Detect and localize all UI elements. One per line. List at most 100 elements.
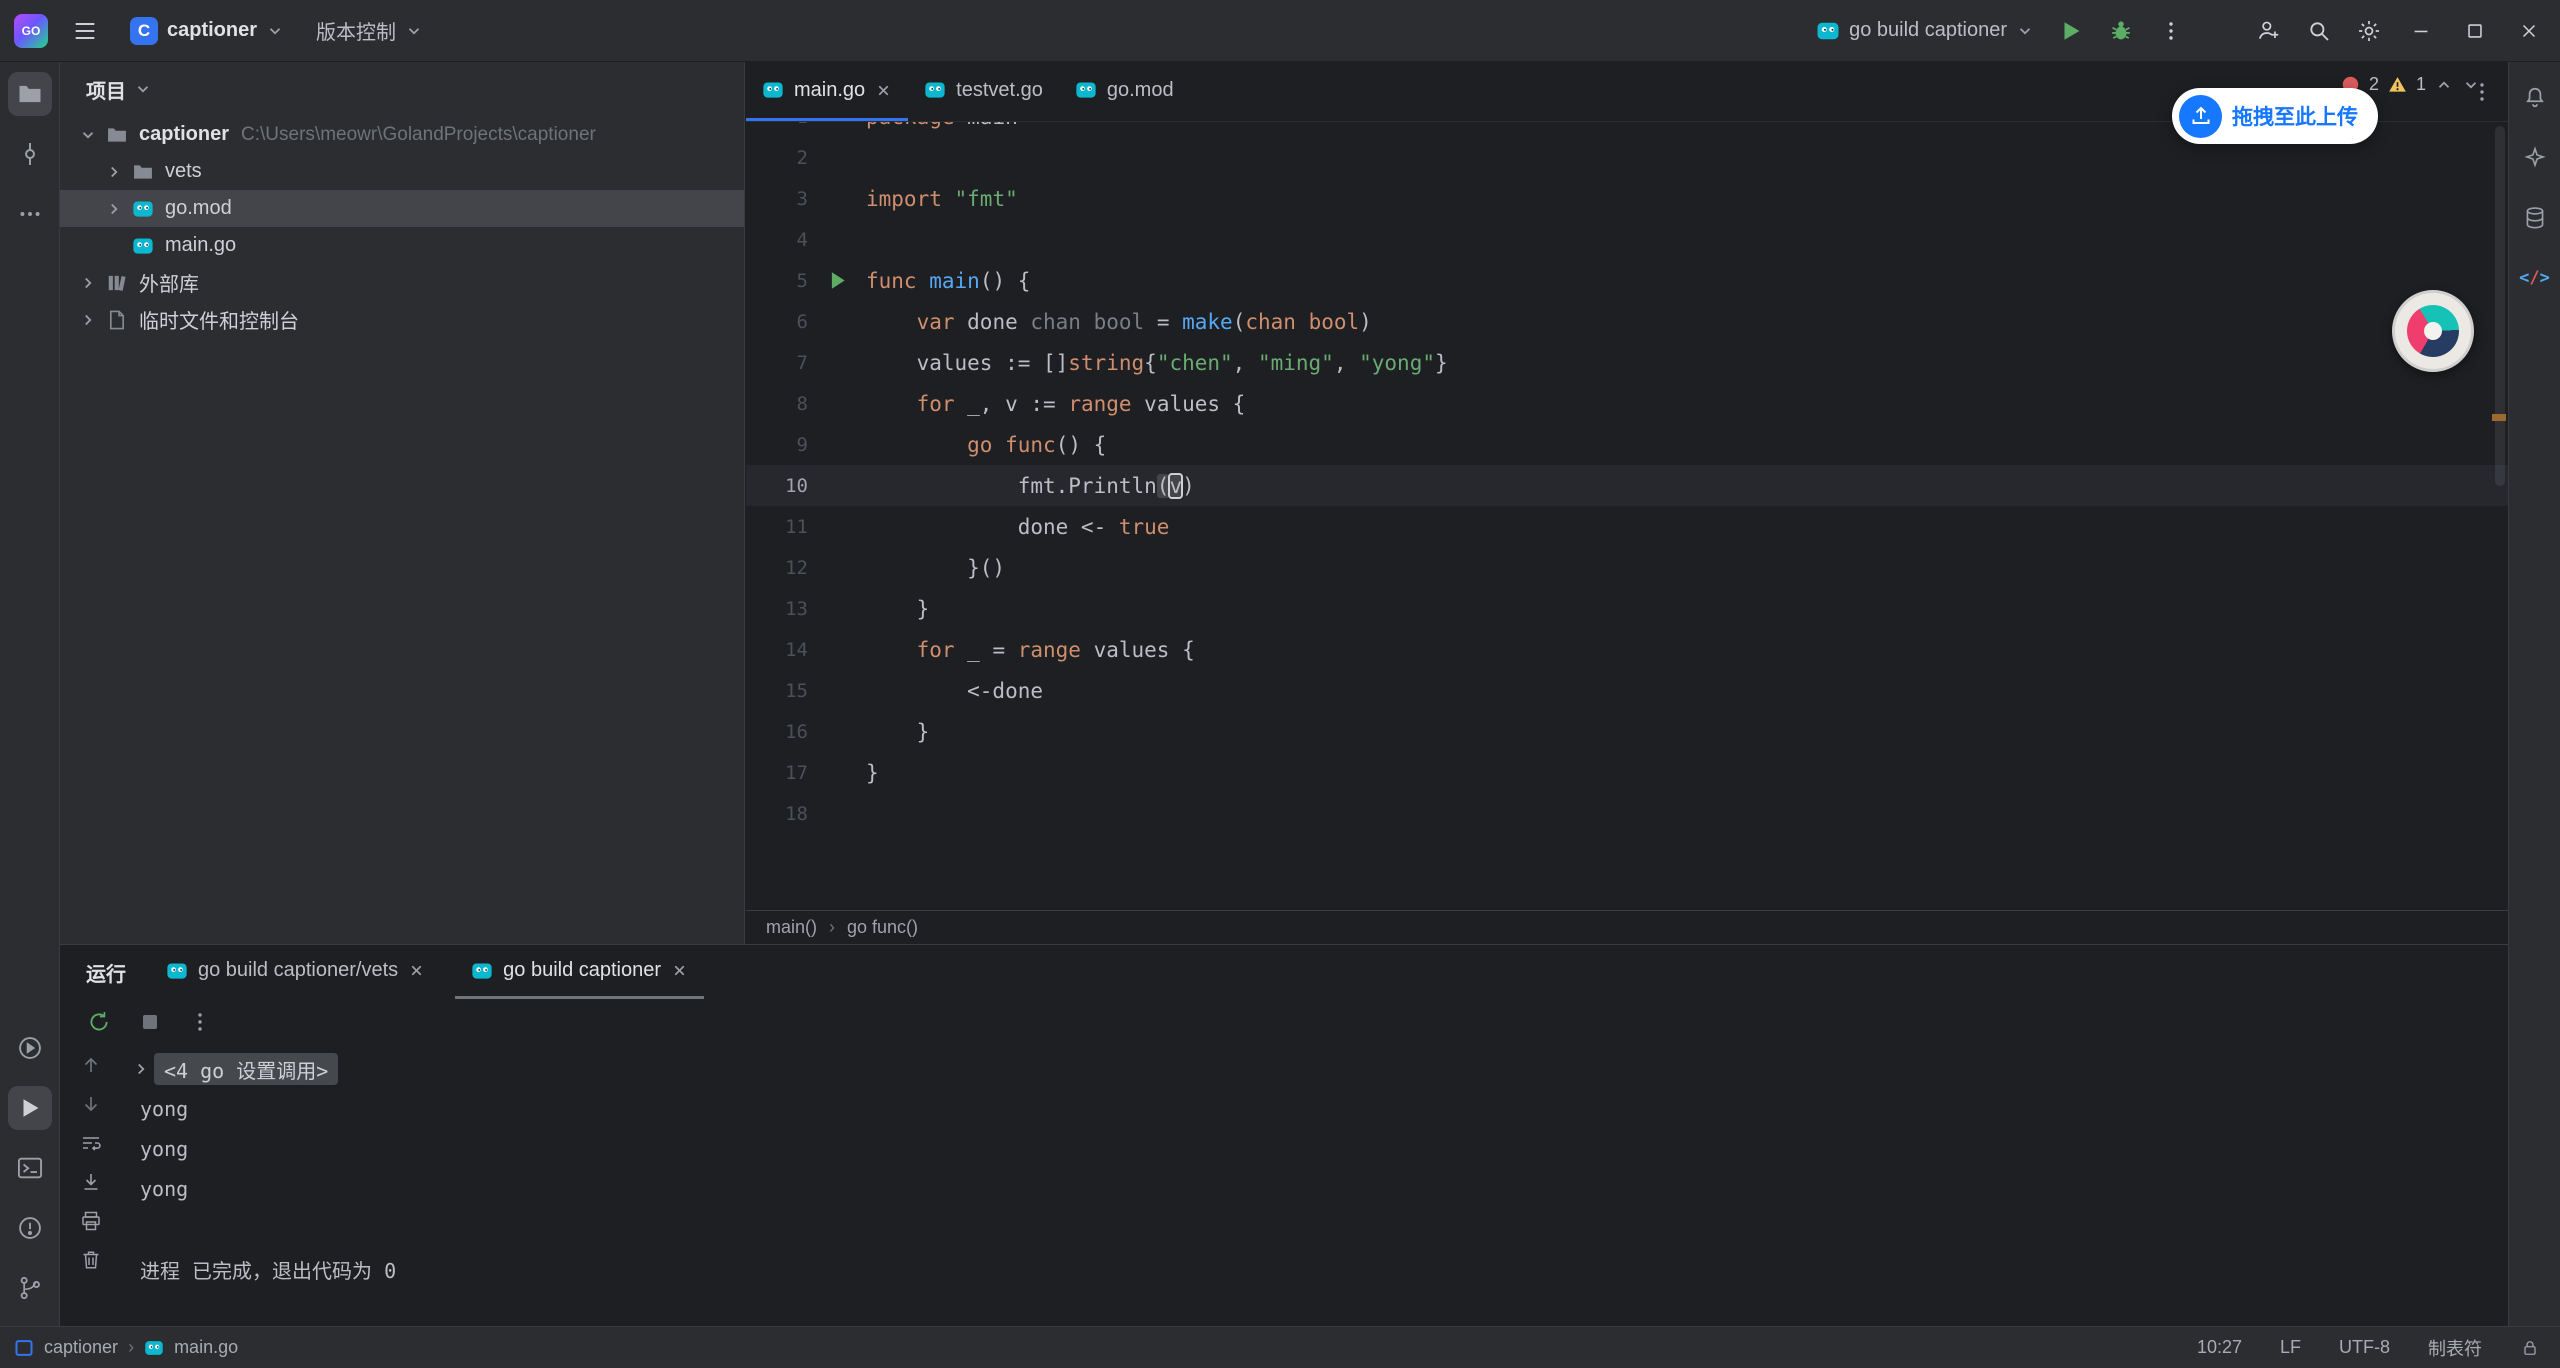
statusbar-project[interactable]: captioner bbox=[44, 1337, 118, 1358]
settings-button[interactable] bbox=[2348, 10, 2390, 52]
run-button[interactable] bbox=[2050, 10, 2092, 52]
scroll-to-end-button[interactable] bbox=[79, 1170, 103, 1194]
tree-item-scratches[interactable]: 临时文件和控制台 bbox=[60, 301, 744, 338]
editor-tab-go-mod[interactable]: go.mod bbox=[1059, 62, 1190, 121]
soft-wrap-button[interactable] bbox=[79, 1131, 103, 1155]
run-gutter-icon[interactable] bbox=[808, 268, 866, 293]
search-everywhere-button[interactable] bbox=[2298, 10, 2340, 52]
floating-assistant-avatar[interactable] bbox=[2392, 290, 2474, 372]
console-fold-chip[interactable]: <4 go 设置调用> bbox=[154, 1053, 338, 1085]
code-line-9[interactable]: 9 go func() { bbox=[746, 424, 2508, 465]
arrow-up-button[interactable] bbox=[79, 1053, 103, 1077]
code-line-7[interactable]: 7 values := []string{"chen", "ming", "yo… bbox=[746, 342, 2508, 383]
chevron-right-icon[interactable] bbox=[74, 274, 102, 292]
chevron-up-icon[interactable] bbox=[2435, 76, 2453, 94]
run-panel-title[interactable]: 运行 bbox=[60, 945, 136, 999]
editor-tab-testvet-go[interactable]: testvet.go bbox=[908, 62, 1059, 121]
run-configuration-widget[interactable]: go build captioner bbox=[1808, 13, 2042, 49]
clear-button[interactable] bbox=[79, 1248, 103, 1272]
close-tab-icon[interactable] bbox=[671, 962, 688, 979]
print-button[interactable] bbox=[79, 1209, 103, 1233]
code-line-5[interactable]: 5func main() { bbox=[746, 260, 2508, 301]
code-line-3[interactable]: 3import "fmt" bbox=[746, 178, 2508, 219]
stop-button[interactable] bbox=[138, 1010, 162, 1034]
close-button[interactable] bbox=[2506, 8, 2552, 54]
close-tab-icon[interactable] bbox=[875, 82, 892, 99]
tree-item-external-libraries[interactable]: 外部库 bbox=[60, 264, 744, 301]
arrow-down-button[interactable] bbox=[79, 1092, 103, 1116]
code-line-6[interactable]: 6 var done chan bool = make(chan bool) bbox=[746, 301, 2508, 342]
project-widget[interactable]: C captioner bbox=[122, 11, 292, 51]
code-line-4[interactable]: 4 bbox=[746, 219, 2508, 260]
code-line-16[interactable]: 16 } bbox=[746, 711, 2508, 752]
scrollbar-warning-mark[interactable] bbox=[2492, 414, 2506, 421]
chevron-right-icon[interactable] bbox=[100, 163, 128, 181]
code-line-12[interactable]: 12 }() bbox=[746, 547, 2508, 588]
upload-overlay-pill[interactable]: 拖拽至此上传 bbox=[2172, 88, 2378, 144]
chevron-down-icon[interactable] bbox=[2462, 76, 2480, 94]
breadcrumb-main[interactable]: main() bbox=[766, 917, 817, 938]
chevron-right-icon[interactable] bbox=[74, 311, 102, 329]
breadcrumb-gofunc[interactable]: go func() bbox=[847, 917, 918, 938]
code-line-14[interactable]: 14 for _ = range values { bbox=[746, 629, 2508, 670]
tree-item-main-go[interactable]: main.go bbox=[60, 227, 744, 264]
project-tool-button[interactable] bbox=[8, 72, 52, 116]
console-output-line: yong bbox=[140, 1097, 188, 1121]
commit-icon bbox=[16, 140, 44, 168]
statusbar-file[interactable]: main.go bbox=[174, 1337, 238, 1358]
close-tab-icon[interactable] bbox=[408, 962, 425, 979]
run-tab-go-build-captioner[interactable]: go build captioner bbox=[455, 945, 704, 999]
code-tools-button[interactable]: </> bbox=[2513, 256, 2557, 300]
caret-position-widget[interactable]: 10:27 bbox=[2197, 1337, 2242, 1358]
encoding-widget[interactable]: UTF-8 bbox=[2339, 1337, 2390, 1358]
ai-assistant-button[interactable] bbox=[2513, 136, 2557, 180]
code-line-15[interactable]: 15 <-done bbox=[746, 670, 2508, 711]
debug-button[interactable] bbox=[2100, 10, 2142, 52]
run-tab-go-build-captioner-vets[interactable]: go build captioner/vets bbox=[150, 945, 441, 999]
tree-item-captioner[interactable]: captionerC:\Users\meowr\GolandProjects\c… bbox=[60, 116, 744, 153]
line-ending-widget[interactable]: LF bbox=[2280, 1337, 2301, 1358]
more-options-button[interactable] bbox=[188, 1010, 212, 1034]
database-button[interactable] bbox=[2513, 196, 2557, 240]
chevron-right-icon[interactable] bbox=[100, 200, 128, 218]
lock-icon[interactable] bbox=[2520, 1338, 2540, 1358]
code-with-me-button[interactable] bbox=[2248, 10, 2290, 52]
indent-widget[interactable]: 制表符 bbox=[2428, 1335, 2482, 1361]
code-line-10[interactable]: 10 fmt.Println(v) bbox=[746, 465, 2508, 506]
terminal-tool-button[interactable] bbox=[8, 1146, 52, 1190]
problems-tool-button[interactable] bbox=[8, 1206, 52, 1250]
error-count: 2 bbox=[2369, 74, 2379, 95]
more-tool-windows-button[interactable] bbox=[8, 192, 52, 236]
fold-expander-icon[interactable] bbox=[132, 1060, 150, 1078]
minimize-button[interactable] bbox=[2398, 8, 2444, 54]
code-editor[interactable]: 1package main23import "fmt"45func main()… bbox=[746, 122, 2508, 910]
code-token: } bbox=[866, 761, 879, 785]
code-line-17[interactable]: 17} bbox=[746, 752, 2508, 793]
editor-scrollbar[interactable] bbox=[2495, 126, 2505, 486]
code-line-18[interactable]: 18 bbox=[746, 793, 2508, 834]
chevron-down-icon[interactable] bbox=[74, 126, 102, 144]
code-token: () { bbox=[980, 269, 1031, 293]
code-text: for _ = range values { bbox=[866, 638, 1195, 662]
rerun-button[interactable] bbox=[86, 1009, 112, 1035]
code-line-11[interactable]: 11 done <- true bbox=[746, 506, 2508, 547]
code-token: }() bbox=[866, 556, 1005, 580]
version-control-tool-button[interactable] bbox=[8, 1266, 52, 1310]
code-token: ) bbox=[1359, 310, 1372, 334]
more-actions-button[interactable] bbox=[2150, 10, 2192, 52]
console-output[interactable]: <4 go 设置调用>yongyongyong进程 已完成，退出代码为 0 bbox=[122, 1045, 2508, 1326]
editor-tab-main-go[interactable]: main.go bbox=[746, 62, 908, 121]
code-line-13[interactable]: 13 } bbox=[746, 588, 2508, 629]
services-tool-button[interactable] bbox=[8, 1026, 52, 1070]
code-line-8[interactable]: 8 for _, v := range values { bbox=[746, 383, 2508, 424]
tree-item-vets[interactable]: vets bbox=[60, 153, 744, 190]
project-panel-header[interactable]: 项目 bbox=[60, 62, 744, 116]
notifications-button[interactable] bbox=[2513, 76, 2557, 120]
maximize-button[interactable] bbox=[2452, 8, 2498, 54]
tree-item-go-mod[interactable]: go.mod bbox=[60, 190, 744, 227]
main-menu-button[interactable] bbox=[64, 10, 106, 52]
vcs-widget[interactable]: 版本控制 bbox=[308, 10, 431, 51]
commit-tool-button[interactable] bbox=[8, 132, 52, 176]
project-panel: 项目 captionerC:\Users\meowr\GolandProject… bbox=[60, 62, 745, 944]
run-tool-button[interactable] bbox=[8, 1086, 52, 1130]
